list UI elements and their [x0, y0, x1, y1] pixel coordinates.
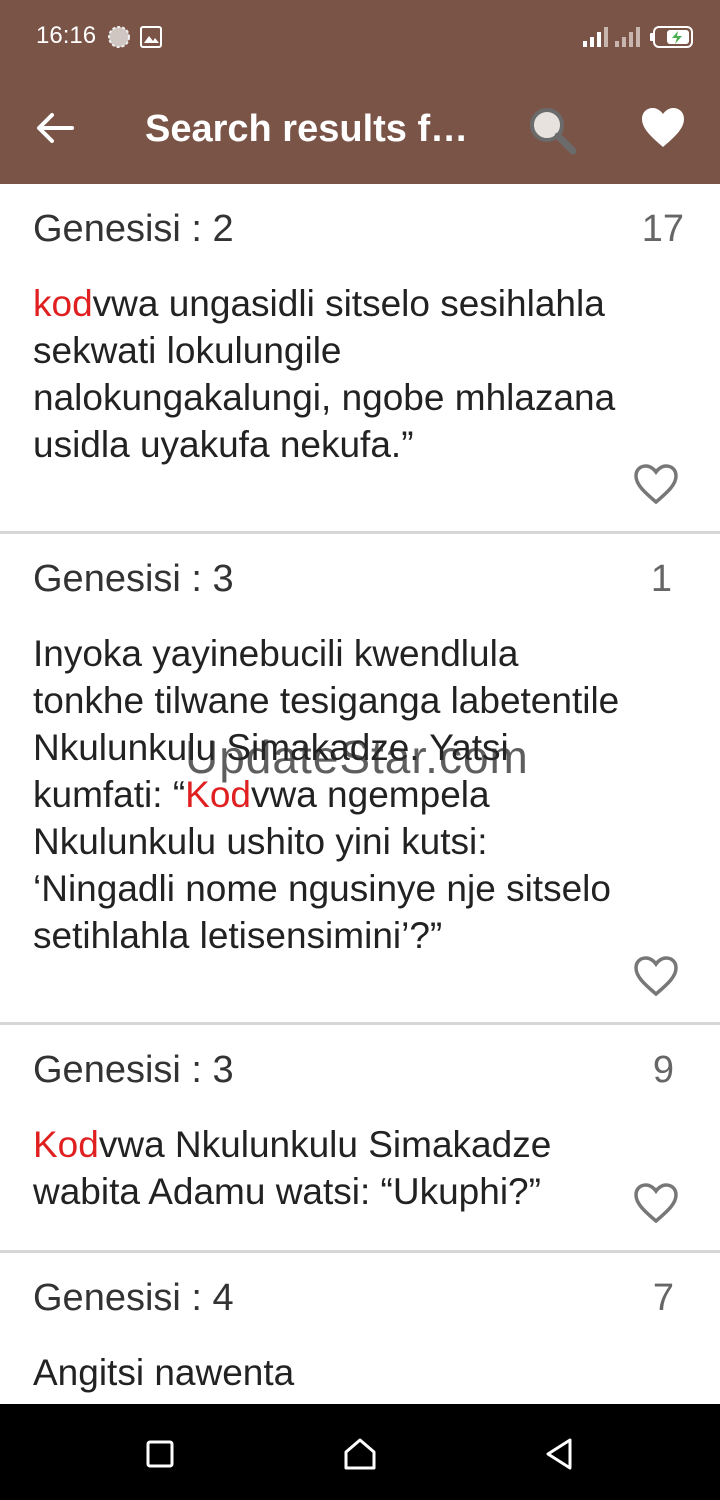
home-icon[interactable]: [340, 1434, 380, 1474]
verse-reference: Genesisi : 4: [33, 1277, 234, 1319]
battery-charging-icon: [650, 26, 693, 48]
search-highlight: kod: [33, 283, 93, 324]
page-title: Search results f…: [145, 108, 469, 150]
verse-number: 9: [652, 1049, 674, 1091]
status-bar: 16:16: [0, 0, 720, 72]
favorite-heart-icon[interactable]: [632, 1181, 680, 1225]
search-icon[interactable]: [526, 104, 578, 156]
verse-text: Inyoka yayinebucili kwendlula tonkhe til…: [33, 633, 620, 956]
settings-status-icon: [108, 26, 130, 48]
search-results-list[interactable]: Genesisi : 2 17 kodvwa ungasidli sitselo…: [0, 184, 720, 1404]
verse-number: 1: [650, 558, 672, 600]
verse-reference: Genesisi : 3: [33, 1049, 234, 1091]
verse-text: kodvwa ungasidli sitselo sesihlahla sekw…: [33, 283, 616, 465]
result-item[interactable]: Genesisi : 4 7 Angitsi nawenta: [0, 1253, 720, 1404]
search-highlight: Kod: [185, 774, 251, 815]
signal-icon: [583, 27, 608, 47]
result-item[interactable]: Genesisi : 2 17 kodvwa ungasidli sitselo…: [0, 184, 720, 534]
back-triangle-icon[interactable]: [540, 1434, 580, 1474]
verse-reference: Genesisi : 3: [33, 558, 234, 600]
verse-text: Angitsi nawenta: [33, 1352, 295, 1393]
result-item[interactable]: Genesisi : 3 9 Kodvwa Nkulunkulu Simakad…: [0, 1025, 720, 1253]
back-arrow-icon[interactable]: [32, 106, 76, 150]
verse-reference: Genesisi : 2: [33, 208, 234, 250]
verse-number: 17: [641, 208, 684, 250]
recents-square-icon[interactable]: [140, 1434, 180, 1474]
app-bar: 16:16 Search results f…: [0, 0, 720, 184]
system-navigation-bar: [0, 1404, 720, 1500]
verse-number: 7: [652, 1277, 674, 1319]
verse-text: Kodvwa Nkulunkulu Simakadze wabita Adamu…: [33, 1124, 552, 1212]
image-status-icon: [140, 26, 162, 48]
favorite-heart-icon[interactable]: [632, 954, 680, 998]
favorite-heart-icon[interactable]: [632, 462, 680, 506]
favorites-heart-icon[interactable]: [640, 106, 686, 150]
search-highlight: Kod: [33, 1124, 99, 1165]
result-item[interactable]: Genesisi : 3 1 Inyoka yayinebucili kwend…: [0, 534, 720, 1025]
signal-secondary-icon: [615, 27, 640, 47]
status-time: 16:16: [36, 22, 97, 49]
